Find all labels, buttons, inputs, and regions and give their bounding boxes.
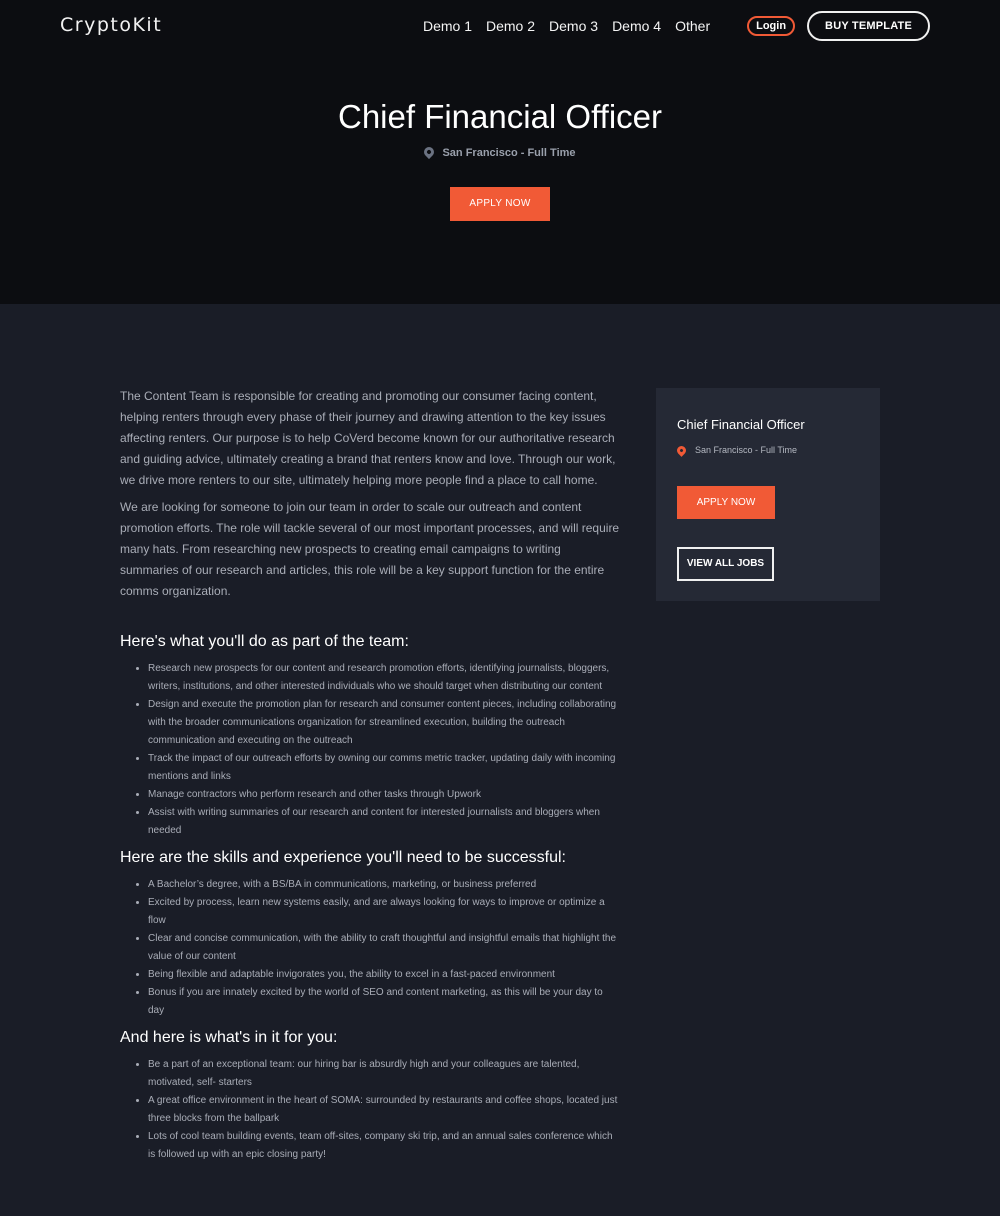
list-item: Excited by process, learn new systems ea… bbox=[148, 894, 620, 930]
list-item: Assist with writing summaries of our res… bbox=[148, 804, 620, 840]
list-item: Lots of cool team building events, team … bbox=[148, 1128, 620, 1164]
list-item: Bonus if you are innately excited by the… bbox=[148, 984, 620, 1020]
section-heading: Here's what you'll do as part of the tea… bbox=[120, 633, 409, 650]
nav-link-demo-1[interactable]: Demo 1 bbox=[423, 18, 472, 34]
benefits-list: Be a part of an exceptional team: our hi… bbox=[120, 1056, 620, 1164]
job-summary-card: Chief Financial Officer San Francisco - … bbox=[656, 388, 880, 601]
list-item: Clear and concise communication, with th… bbox=[148, 930, 620, 966]
list-item: Manage contractors who perform research … bbox=[148, 786, 620, 804]
map-pin-icon bbox=[675, 443, 688, 457]
nav-link-demo-2[interactable]: Demo 2 bbox=[486, 18, 535, 34]
job-location-text: San Francisco - Full Time bbox=[442, 147, 576, 159]
site-logo[interactable]: CryptoKit bbox=[60, 14, 162, 36]
list-item: A great office environment in the heart … bbox=[148, 1092, 620, 1128]
buy-template-button[interactable]: BUY TEMPLATE bbox=[807, 11, 930, 41]
job-location: San Francisco - Full Time bbox=[0, 144, 1000, 160]
nav-link-demo-3[interactable]: Demo 3 bbox=[549, 18, 598, 34]
list-item: A Bachelor’s degree, with a BS/BA in com… bbox=[148, 876, 620, 894]
responsibilities-list: Research new prospects for our content a… bbox=[120, 660, 620, 840]
intro-paragraph: We are looking for someone to join our t… bbox=[120, 500, 620, 598]
nav-link-demo-4[interactable]: Demo 4 bbox=[612, 18, 661, 34]
page-title: Chief Financial Officer bbox=[337, 98, 663, 135]
job-description: The Content Team is responsible for crea… bbox=[120, 386, 620, 1164]
apply-now-button[interactable]: APPLY NOW bbox=[450, 187, 550, 221]
nav-link-other[interactable]: Other bbox=[675, 18, 710, 34]
list-item: Be a part of an exceptional team: our hi… bbox=[148, 1056, 620, 1092]
main-nav: Demo 1 Demo 2 Demo 3 Demo 4 Other Login … bbox=[423, 11, 930, 41]
list-item: Track the impact of our outreach efforts… bbox=[148, 750, 620, 786]
list-item: Design and execute the promotion plan fo… bbox=[148, 696, 620, 750]
intro-paragraph: The Content Team is responsible for crea… bbox=[120, 389, 616, 487]
card-title: Chief Financial Officer bbox=[677, 417, 805, 432]
map-pin-icon bbox=[422, 144, 437, 160]
login-button[interactable]: Login bbox=[747, 16, 796, 36]
skills-list: A Bachelor’s degree, with a BS/BA in com… bbox=[120, 876, 620, 1020]
card-location: San Francisco - Full Time bbox=[675, 443, 798, 457]
hero-section: CryptoKit Demo 1 Demo 2 Demo 3 Demo 4 Ot… bbox=[0, 0, 1000, 304]
list-item: Research new prospects for our content a… bbox=[148, 660, 620, 696]
sidebar-apply-now-button[interactable]: APPLY NOW bbox=[677, 486, 775, 519]
card-location-text: San Francisco - Full Time bbox=[695, 445, 798, 455]
list-item: Being flexible and adaptable invigorates… bbox=[148, 966, 620, 984]
view-all-jobs-button[interactable]: VIEW ALL JOBS bbox=[677, 547, 774, 581]
section-heading: And here is what's in it for you: bbox=[120, 1029, 338, 1046]
section-heading: Here are the skills and experience you'l… bbox=[120, 849, 566, 866]
